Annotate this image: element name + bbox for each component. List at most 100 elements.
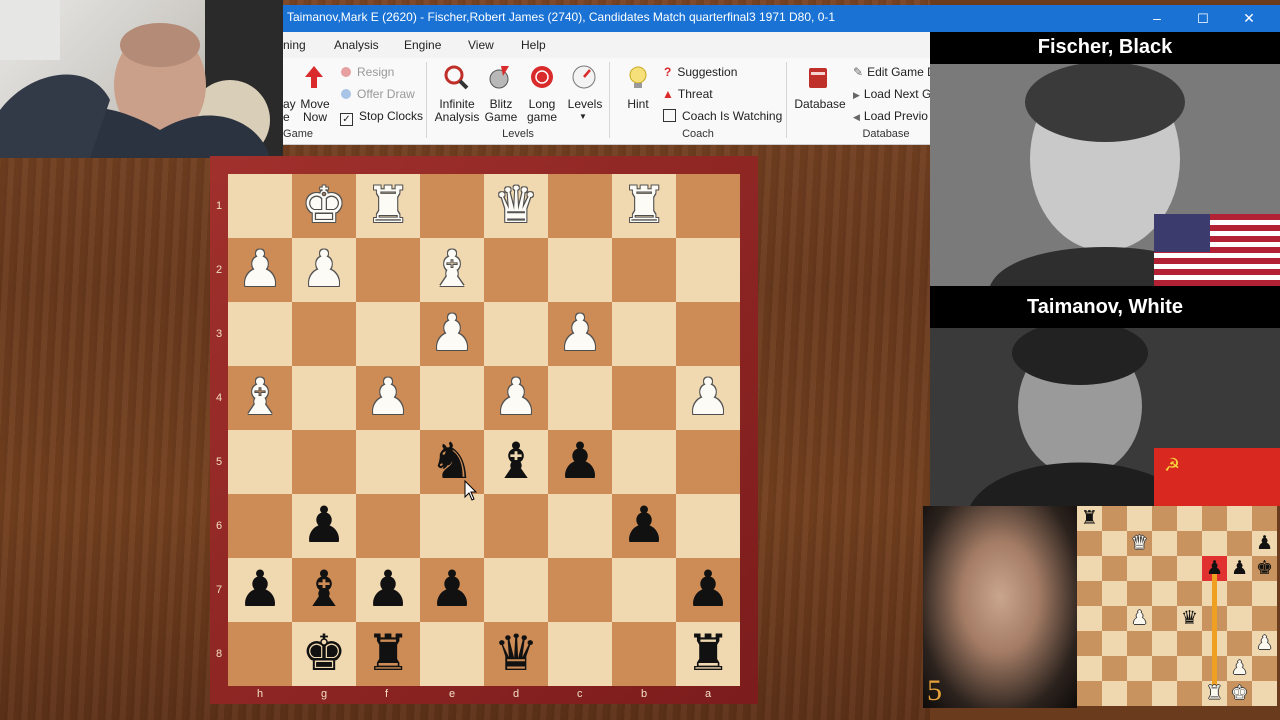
window-title: Taimanov,Mark E (2620) - Fischer,Robert … [287, 10, 836, 24]
square-c2[interactable] [548, 238, 612, 302]
square-b8[interactable] [612, 622, 676, 686]
square-c6[interactable] [548, 494, 612, 558]
separator [426, 62, 427, 138]
piece-white-d4[interactable]: ♟ [484, 366, 548, 430]
piece-black-h7[interactable]: ♟ [228, 558, 292, 622]
square-b2[interactable] [612, 238, 676, 302]
square-e6[interactable] [420, 494, 484, 558]
menu-training[interactable]: ning [283, 38, 306, 52]
piece-white-h4[interactable]: ♝ [228, 366, 292, 430]
square-d2[interactable] [484, 238, 548, 302]
square-f6[interactable] [356, 494, 420, 558]
square-a2[interactable] [676, 238, 740, 302]
piece-black-d5[interactable]: ♝ [484, 430, 548, 494]
square-c8[interactable] [548, 622, 612, 686]
square-d3[interactable] [484, 302, 548, 366]
square-h1[interactable] [228, 174, 292, 238]
threat-button[interactable]: ▲ Threat [662, 87, 713, 101]
square-h3[interactable] [228, 302, 292, 366]
menu-analysis[interactable]: Analysis [334, 38, 379, 52]
square-g4[interactable] [292, 366, 356, 430]
square-a5[interactable] [676, 430, 740, 494]
menu-view[interactable]: View [468, 38, 494, 52]
load-next-button[interactable]: ▶ Load Next G [853, 87, 931, 101]
square-c4[interactable] [548, 366, 612, 430]
square-a1[interactable] [676, 174, 740, 238]
mini-piece: ♛ [1180, 607, 1199, 629]
piece-black-d8[interactable]: ♛ [484, 622, 548, 686]
piece-black-c5[interactable]: ♟ [548, 430, 612, 494]
square-h8[interactable] [228, 622, 292, 686]
square-h6[interactable] [228, 494, 292, 558]
mini-square [1152, 506, 1177, 531]
load-previous-button[interactable]: ◀ Load Previo [853, 109, 928, 123]
piece-white-g2[interactable]: ♟ [292, 238, 356, 302]
piece-white-b1[interactable]: ♜ [612, 174, 676, 238]
square-a3[interactable] [676, 302, 740, 366]
piece-white-e3[interactable]: ♟ [420, 302, 484, 366]
square-f2[interactable] [356, 238, 420, 302]
infinite-analysis-button[interactable]: Infinite Analysis [433, 98, 481, 124]
square-c7[interactable] [548, 558, 612, 622]
database-button[interactable]: Database [793, 98, 847, 111]
mini-square [1077, 531, 1102, 556]
square-g5[interactable] [292, 430, 356, 494]
piece-white-f1[interactable]: ♜ [356, 174, 420, 238]
square-f3[interactable] [356, 302, 420, 366]
resign-button[interactable]: Resign [341, 65, 394, 79]
square-a6[interactable] [676, 494, 740, 558]
square-b4[interactable] [612, 366, 676, 430]
menu-engine[interactable]: Engine [404, 38, 441, 52]
mini-piece: ♜ [1080, 507, 1099, 529]
blitz-game-button[interactable]: Blitz Game [483, 98, 519, 124]
piece-black-g7[interactable]: ♝ [292, 558, 356, 622]
piece-white-a4[interactable]: ♟ [676, 366, 740, 430]
piece-black-f7[interactable]: ♟ [356, 558, 420, 622]
suggestion-button[interactable]: ? Suggestion [664, 65, 737, 79]
hint-button[interactable]: Hint [621, 98, 655, 111]
square-c1[interactable] [548, 174, 612, 238]
long-game-button[interactable]: Long game [523, 98, 561, 124]
move-arrow [1212, 568, 1217, 693]
piece-white-h2[interactable]: ♟ [228, 238, 292, 302]
lightbulb-icon [629, 66, 647, 88]
piece-black-a7[interactable]: ♟ [676, 558, 740, 622]
minimize-button[interactable]: – [1134, 5, 1180, 32]
piece-white-d1[interactable]: ♛ [484, 174, 548, 238]
piece-white-f4[interactable]: ♟ [356, 366, 420, 430]
square-b5[interactable] [612, 430, 676, 494]
coach-watching-checkbox[interactable]: Coach Is Watching [663, 109, 782, 123]
square-d7[interactable] [484, 558, 548, 622]
mini-piece: ♚ [1230, 682, 1249, 704]
square-e8[interactable] [420, 622, 484, 686]
move-now-button[interactable]: Move Now [295, 98, 335, 124]
piece-white-g1[interactable]: ♚ [292, 174, 356, 238]
edit-game-button[interactable]: ✎ Edit Game D [853, 65, 936, 79]
square-e1[interactable] [420, 174, 484, 238]
square-f5[interactable] [356, 430, 420, 494]
offer-draw-button[interactable]: Offer Draw [341, 87, 415, 101]
square-b3[interactable] [612, 302, 676, 366]
square-d6[interactable] [484, 494, 548, 558]
piece-black-b6[interactable]: ♟ [612, 494, 676, 558]
piece-black-g6[interactable]: ♟ [292, 494, 356, 558]
menu-help[interactable]: Help [521, 38, 546, 52]
webcam-video [0, 0, 283, 158]
chess-board[interactable]: ♚ ♜ ♛ ♜ ♟ ♟ ♝ ♟ ♟ ♝ ♟ ♟ ♟ ♞ ♝ ♟ ♟ ♟ ♟ ♝ ♟ ♟ ♟ ♚ ♜ ♛ ♜ [228, 174, 740, 686]
stop-clocks-checkbox[interactable]: ✓ Stop Clocks [340, 109, 423, 126]
piece-black-a8[interactable]: ♜ [676, 622, 740, 686]
play-button-label[interactable]: ay e [283, 98, 296, 124]
piece-black-e7[interactable]: ♟ [420, 558, 484, 622]
title-bar[interactable]: Taimanov,Mark E (2620) - Fischer,Robert … [283, 5, 1280, 32]
piece-white-c3[interactable]: ♟ [548, 302, 612, 366]
square-h5[interactable] [228, 430, 292, 494]
square-e4[interactable] [420, 366, 484, 430]
mini-square [1077, 606, 1102, 631]
close-button[interactable]: ✕ [1226, 5, 1272, 32]
square-b7[interactable] [612, 558, 676, 622]
square-g3[interactable] [292, 302, 356, 366]
piece-white-e2[interactable]: ♝ [420, 238, 484, 302]
piece-black-f8[interactable]: ♜ [356, 622, 420, 686]
piece-black-g8[interactable]: ♚ [292, 622, 356, 686]
maximize-button[interactable]: ☐ [1180, 5, 1226, 32]
